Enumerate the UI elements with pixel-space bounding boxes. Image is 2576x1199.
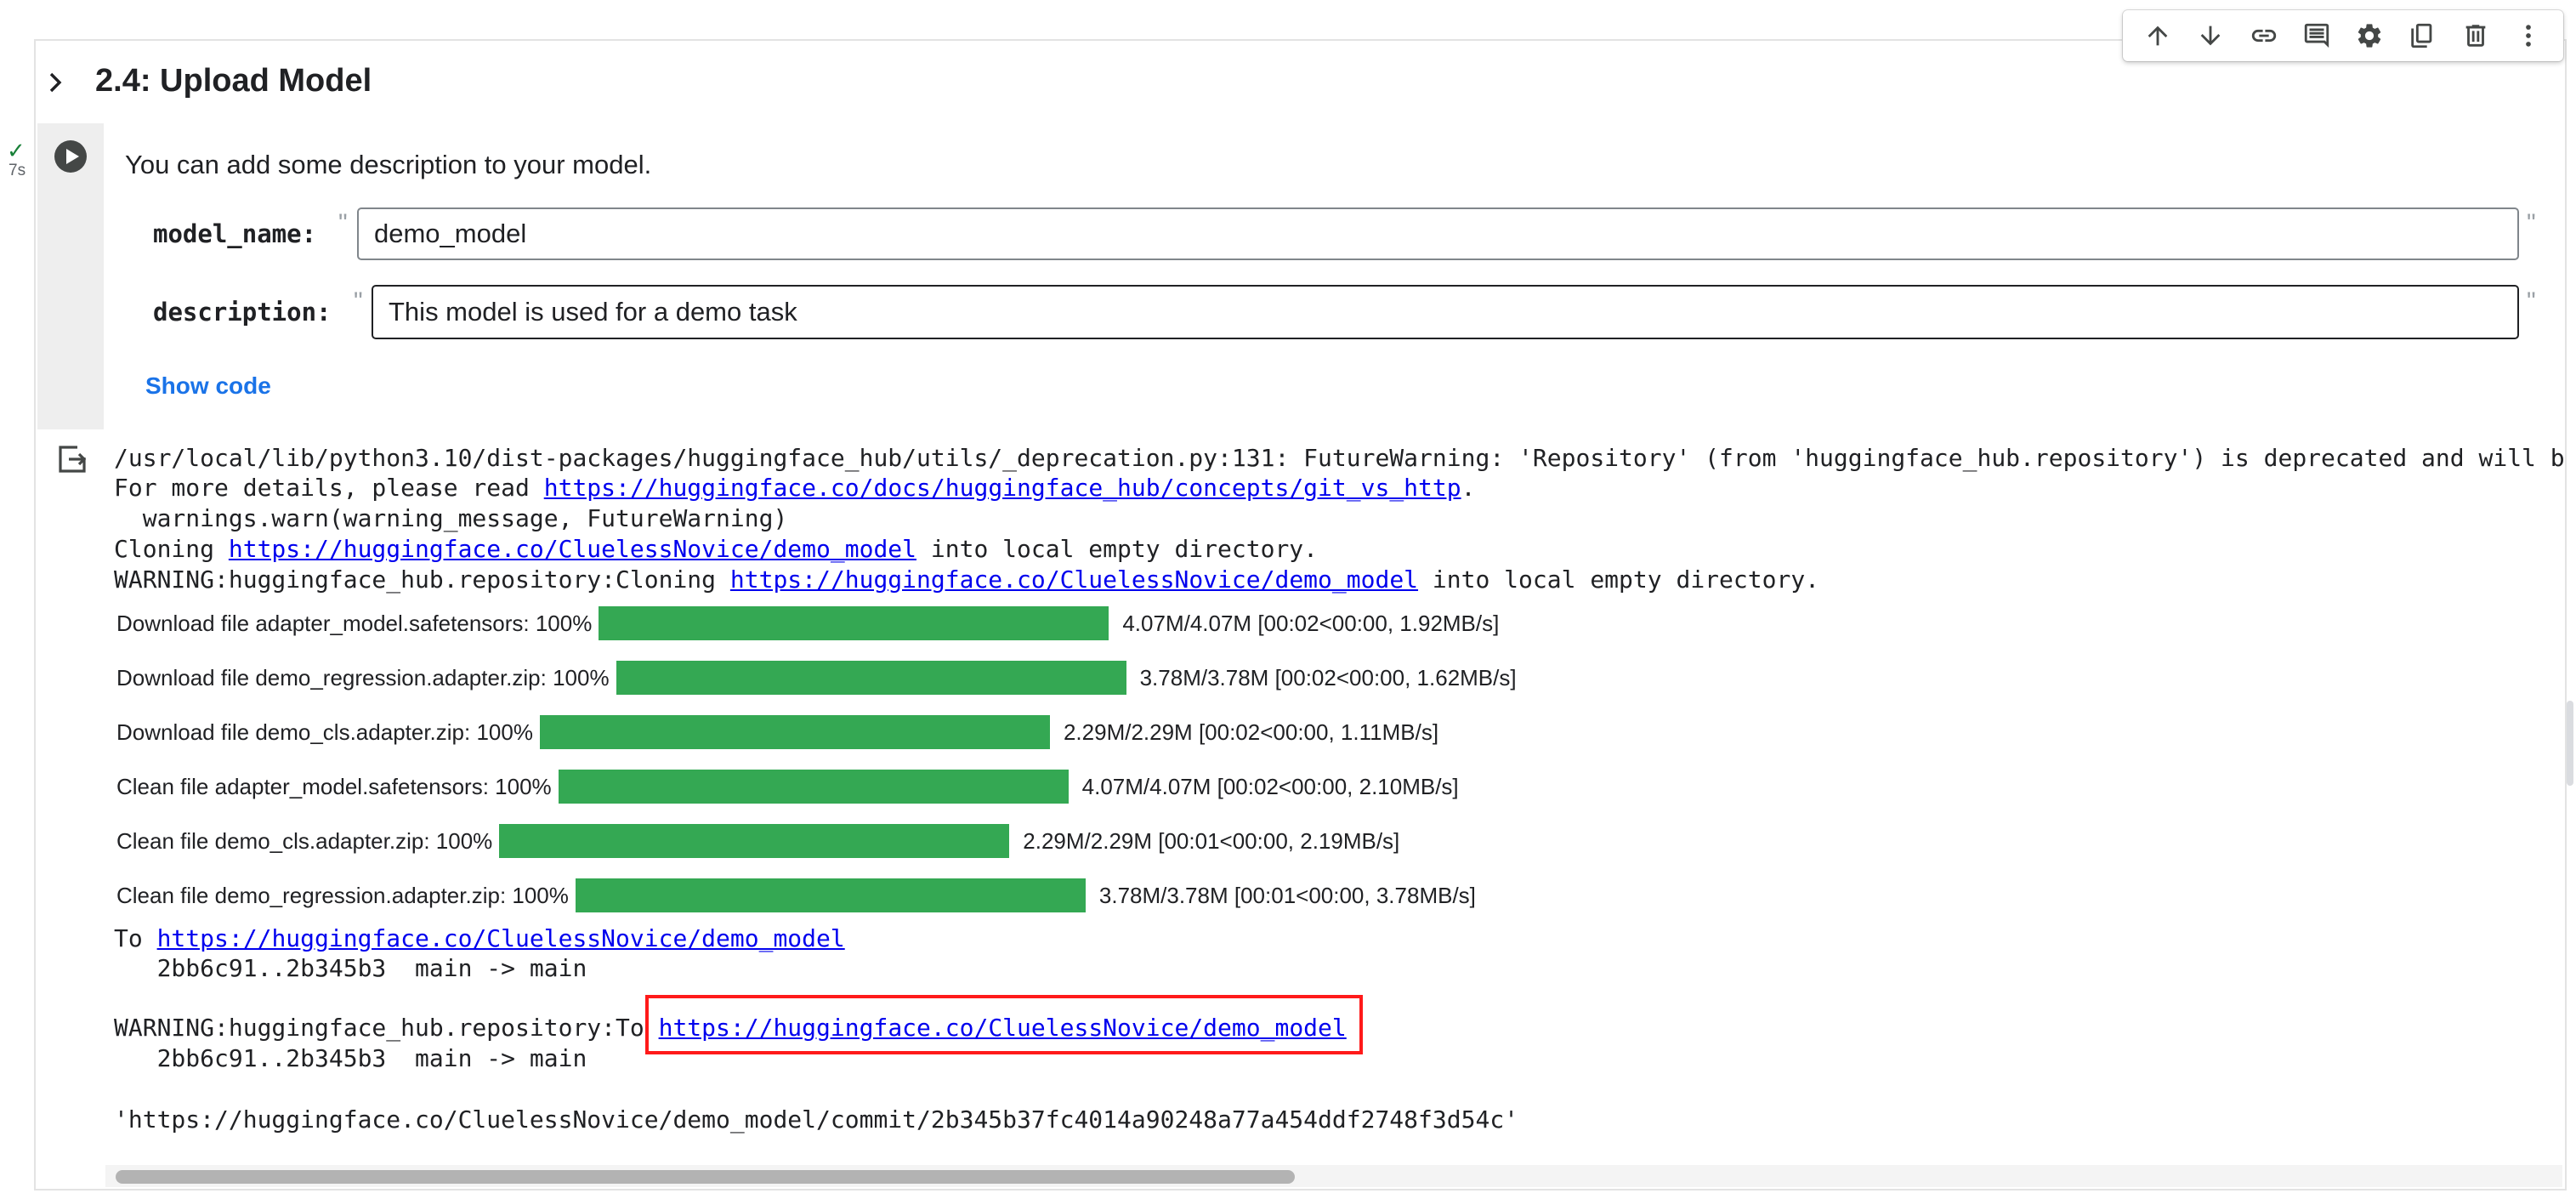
run-cell-button[interactable] bbox=[53, 139, 88, 174]
add-comment-button[interactable] bbox=[2296, 15, 2337, 56]
description-field[interactable] bbox=[372, 285, 2519, 339]
output-line: 2bb6c91..2b345b3 main -> main bbox=[114, 954, 587, 982]
more-vert-icon bbox=[2526, 25, 2531, 47]
progress-stats: 3.78M/3.78M [00:01<00:00, 3.78MB/s] bbox=[1098, 882, 1476, 908]
repo-link[interactable]: https://huggingface.co/CluelessNovice/de… bbox=[157, 924, 845, 952]
progress-label: Download file demo_regression.adapter.zi… bbox=[116, 664, 610, 690]
open-quote: " bbox=[338, 209, 348, 237]
close-quote: " bbox=[2527, 287, 2536, 315]
comment-icon bbox=[2304, 23, 2329, 48]
output-line: Cloning https://huggingface.co/CluelessN… bbox=[114, 535, 1319, 563]
progress-row: Clean file demo_cls.adapter.zip: 100% 2.… bbox=[116, 824, 1399, 858]
description-label: description: bbox=[153, 298, 332, 327]
mirror-cell-button[interactable] bbox=[2402, 15, 2443, 56]
progress-bar bbox=[599, 606, 1109, 640]
link-icon bbox=[2251, 29, 2276, 43]
vertical-scroll-thumb[interactable] bbox=[2567, 701, 2573, 786]
progress-fill bbox=[558, 770, 1069, 804]
cell-settings-button[interactable] bbox=[2349, 15, 2390, 56]
progress-bar bbox=[539, 715, 1050, 749]
progress-bar bbox=[575, 878, 1086, 912]
move-cell-up-button[interactable] bbox=[2137, 15, 2178, 56]
cell-toolbar bbox=[2123, 10, 2563, 61]
commit-url-output: 'https://huggingface.co/CluelessNovice/d… bbox=[114, 1105, 1519, 1134]
model-name-label: model_name: bbox=[153, 219, 317, 248]
progress-row: Clean file adapter_model.safetensors: 10… bbox=[116, 770, 1459, 804]
output-line: To https://huggingface.co/CluelessNovice… bbox=[114, 924, 845, 952]
section-title: 2.4: Upload Model bbox=[95, 63, 372, 99]
move-cell-down-button[interactable] bbox=[2190, 15, 2231, 56]
progress-stats: 4.07M/4.07M [00:02<00:00, 2.10MB/s] bbox=[1081, 773, 1459, 799]
arrow-up-icon bbox=[2148, 26, 2168, 46]
progress-row: Download file adapter_model.safetensors:… bbox=[116, 606, 1499, 640]
gear-icon bbox=[2358, 24, 2381, 48]
execution-time: 7s bbox=[9, 162, 26, 179]
output-line: For more details, please read https://hu… bbox=[114, 474, 1476, 502]
progress-bar bbox=[499, 824, 1010, 858]
more-actions-button[interactable] bbox=[2508, 15, 2549, 56]
delete-icon bbox=[2465, 25, 2485, 47]
model-name-field[interactable] bbox=[357, 207, 2519, 260]
output-line: 2bb6c91..2b345b3 main -> main bbox=[114, 1044, 587, 1072]
progress-row: Clean file demo_regression.adapter.zip: … bbox=[116, 878, 1476, 912]
open-quote: " bbox=[354, 287, 363, 315]
output-line: WARNING:huggingface_hub.repository:Cloni… bbox=[114, 565, 1820, 594]
progress-fill bbox=[499, 824, 1010, 858]
arrow-down-icon bbox=[2201, 26, 2221, 46]
progress-bar bbox=[616, 661, 1126, 695]
delete-cell-button[interactable] bbox=[2455, 15, 2496, 56]
output-line: warnings.warn(warning_message, FutureWar… bbox=[114, 504, 788, 532]
progress-bar bbox=[558, 770, 1069, 804]
progress-label: Clean file demo_cls.adapter.zip: 100% bbox=[116, 827, 493, 854]
output-line: /usr/local/lib/python3.10/dist-packages/… bbox=[114, 444, 2565, 472]
progress-label: Download file adapter_model.safetensors:… bbox=[116, 610, 593, 636]
horizontal-scroll-thumb[interactable] bbox=[116, 1170, 1295, 1184]
mirror-cell-icon bbox=[2411, 23, 2432, 48]
output-icon bbox=[59, 446, 87, 473]
execution-success-icon: ✓ bbox=[7, 138, 26, 163]
progress-stats: 3.78M/3.78M [00:02<00:00, 1.62MB/s] bbox=[1139, 664, 1517, 690]
form-description: You can add some description to your mod… bbox=[125, 150, 652, 179]
highlight-box bbox=[645, 995, 1363, 1054]
progress-stats: 2.29M/2.29M [00:02<00:00, 1.11MB/s] bbox=[1063, 719, 1439, 745]
play-icon bbox=[54, 140, 87, 173]
progress-row: Download file demo_regression.adapter.zi… bbox=[116, 661, 1517, 695]
repo-link[interactable]: https://huggingface.co/CluelessNovice/de… bbox=[730, 565, 1418, 594]
output-menu-button[interactable] bbox=[54, 440, 91, 478]
progress-label: Clean file demo_regression.adapter.zip: … bbox=[116, 882, 569, 908]
progress-label: Download file demo_cls.adapter.zip: 100% bbox=[116, 719, 533, 745]
progress-fill bbox=[616, 661, 1126, 695]
copy-link-button[interactable] bbox=[2244, 15, 2284, 56]
chevron-right-icon bbox=[49, 72, 62, 93]
progress-row: Download file demo_cls.adapter.zip: 100%… bbox=[116, 715, 1438, 749]
progress-label: Clean file adapter_model.safetensors: 10… bbox=[116, 773, 552, 799]
docs-link[interactable]: https://huggingface.co/docs/huggingface_… bbox=[544, 474, 1461, 502]
progress-stats: 4.07M/4.07M [00:02<00:00, 1.92MB/s] bbox=[1122, 610, 1500, 636]
close-quote: " bbox=[2527, 209, 2536, 237]
progress-stats: 2.29M/2.29M [00:01<00:00, 2.19MB/s] bbox=[1023, 827, 1400, 854]
progress-fill bbox=[599, 606, 1109, 640]
repo-link[interactable]: https://huggingface.co/CluelessNovice/de… bbox=[229, 535, 916, 563]
show-code-link[interactable]: Show code bbox=[145, 372, 271, 400]
collapse-section-button[interactable] bbox=[43, 70, 68, 95]
progress-fill bbox=[539, 715, 1050, 749]
progress-fill bbox=[575, 878, 1086, 912]
